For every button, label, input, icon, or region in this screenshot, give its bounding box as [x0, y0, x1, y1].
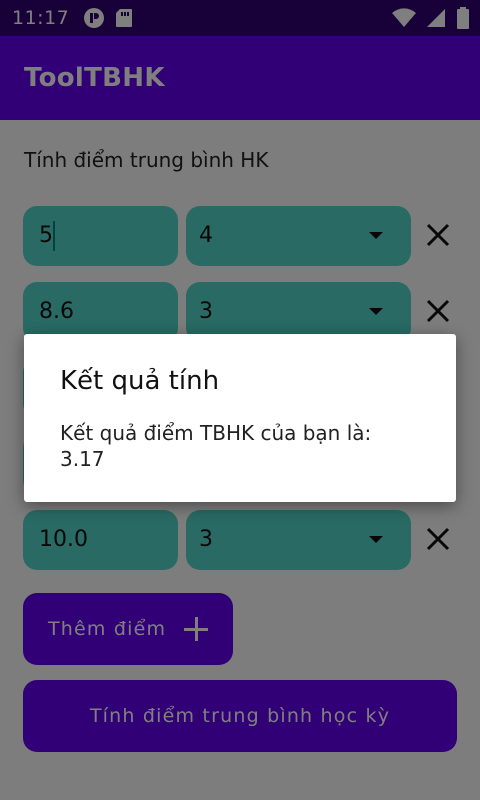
dialog-message: Kết quả điểm TBHK của bạn là: 3.17	[60, 421, 372, 471]
result-dialog: Kết quả tính Kết quả điểm TBHK của bạn l…	[24, 334, 456, 502]
dialog-title: Kết quả tính	[60, 366, 220, 396]
